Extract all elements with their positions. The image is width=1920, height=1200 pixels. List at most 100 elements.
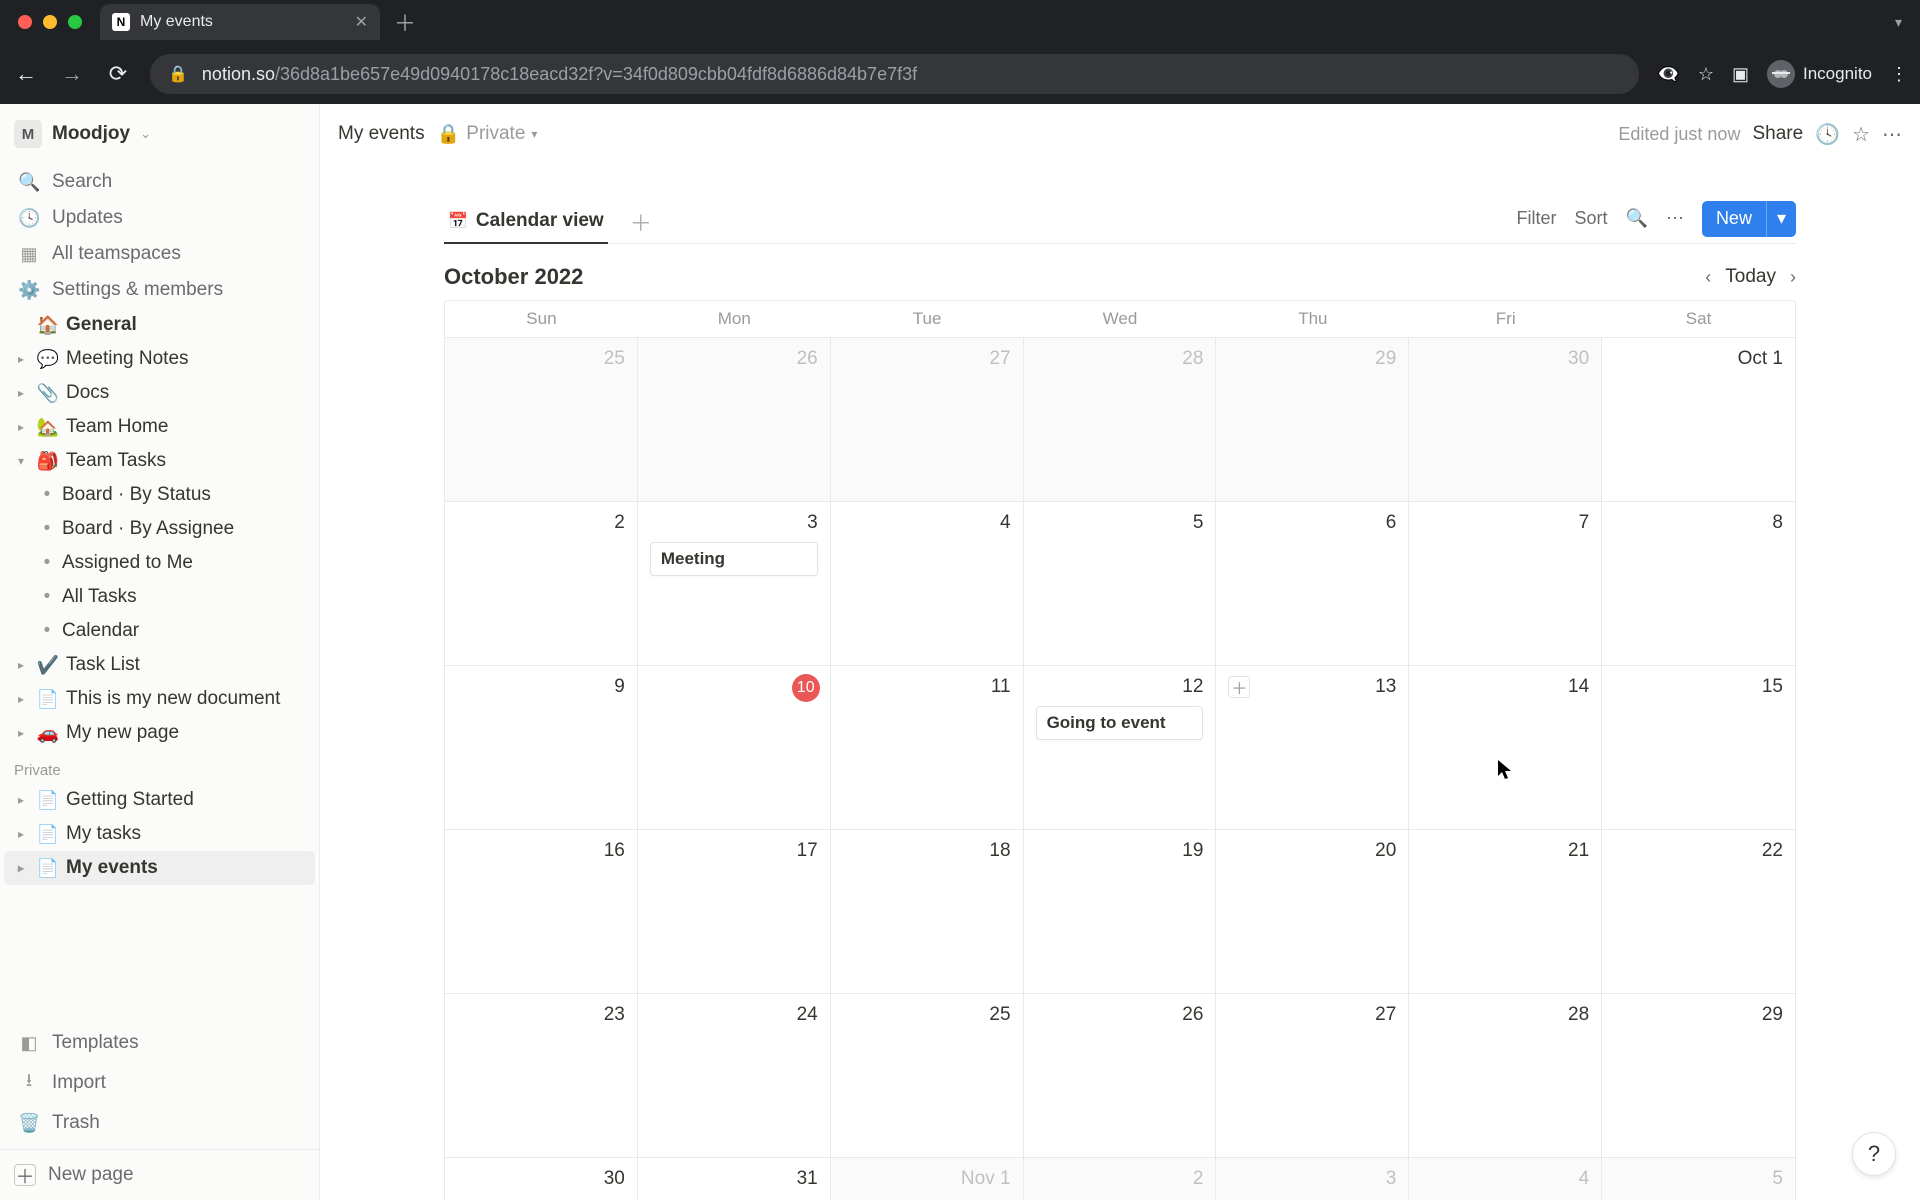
calendar-cell[interactable]: Nov 1 [831,1158,1024,1200]
calendar-cell[interactable]: 31 [638,1158,831,1200]
calendar-cell[interactable]: 28 [1024,338,1217,501]
calendar-cell[interactable]: 23 [445,994,638,1157]
calendar-cell[interactable]: 11 [831,666,1024,829]
browser-tab[interactable]: N My events ✕ [100,4,380,40]
prev-month-button[interactable]: ‹ [1705,267,1711,288]
address-bar[interactable]: 🔒 notion.so/36d8a1be657e49d0940178c18eac… [150,54,1639,94]
sidebar-item-team-home[interactable]: ▸🏡Team Home [4,410,315,444]
calendar-cell[interactable]: 13＋ [1216,666,1409,829]
sidebar-item-my-new-page[interactable]: ▸🚗My new page [4,716,315,750]
chevron-right-icon[interactable]: ▸ [12,386,30,400]
close-window-button[interactable] [18,15,32,29]
calendar-cell[interactable]: 22 [1602,830,1795,993]
more-view-options-icon[interactable]: ⋯ [1666,208,1684,229]
calendar-cell[interactable]: 7 [1409,502,1602,665]
chevron-right-icon[interactable]: ▸ [12,827,30,841]
chevron-down-icon[interactable]: ▾ [12,454,30,468]
calendar-cell[interactable]: 18 [831,830,1024,993]
calendar-cell[interactable]: 3 [1216,1158,1409,1200]
calendar-cell[interactable]: 6 [1216,502,1409,665]
add-event-button[interactable]: ＋ [1228,676,1250,698]
calendar-cell[interactable]: 24 [638,994,831,1157]
sidebar-templates[interactable]: ◧Templates [4,1025,315,1061]
sort-button[interactable]: Sort [1575,208,1608,229]
sidebar-updates[interactable]: 🕓Updates [4,200,315,236]
calendar-cell[interactable]: 5 [1602,1158,1795,1200]
reload-button[interactable]: ⟳ [104,61,132,87]
calendar-cell[interactable]: 12Going to event [1024,666,1217,829]
maximize-window-button[interactable] [68,15,82,29]
today-button[interactable]: Today [1725,266,1776,288]
bookmark-star-icon[interactable]: ☆ [1698,64,1714,85]
calendar-cell[interactable]: 19 [1024,830,1217,993]
calendar-cell[interactable]: 4 [1409,1158,1602,1200]
favorite-star-icon[interactable]: ☆ [1852,122,1870,147]
calendar-cell[interactable]: 25 [831,994,1024,1157]
calendar-cell[interactable]: 28 [1409,994,1602,1157]
new-tab-button[interactable]: ＋ [386,6,424,38]
sidebar-item-team-tasks[interactable]: ▾🎒Team Tasks [4,444,315,478]
chevron-right-icon[interactable]: ▸ [12,726,30,740]
calendar-cell[interactable]: 3Meeting [638,502,831,665]
share-button[interactable]: Share [1752,123,1803,145]
calendar-cell[interactable]: 30 [1409,338,1602,501]
sidebar-item-board-assignee[interactable]: •Board · By Assignee [4,512,315,546]
kebab-menu-icon[interactable]: ⋮ [1890,64,1908,85]
filter-button[interactable]: Filter [1517,208,1557,229]
new-record-dropdown[interactable]: ▾ [1766,201,1796,237]
sidebar-search[interactable]: 🔍Search [4,164,315,200]
sidebar-item-meeting-notes[interactable]: ▸💬Meeting Notes [4,342,315,376]
calendar-cell[interactable]: 30 [445,1158,638,1200]
sidebar-item-my-tasks[interactable]: ▸📄My tasks [4,817,315,851]
sidebar-item-all-tasks[interactable]: •All Tasks [4,580,315,614]
search-icon[interactable]: 🔍 [1626,208,1648,229]
sidebar-item-my-events[interactable]: ▸📄My events [4,851,315,885]
calendar-cell[interactable]: 17 [638,830,831,993]
forward-button[interactable]: → [58,61,86,87]
sidebar-teamspaces[interactable]: ▦All teamspaces [4,236,315,272]
incognito-badge[interactable]: Incognito [1767,60,1872,88]
calendar-cell[interactable]: 5 [1024,502,1217,665]
chevron-right-icon[interactable]: ▸ [12,352,30,366]
calendar-cell[interactable]: 25 [445,338,638,501]
history-icon[interactable]: 🕓 [1815,122,1840,147]
chevron-right-icon[interactable]: ▸ [12,692,30,706]
calendar-cell[interactable]: 27 [1216,994,1409,1157]
calendar-cell[interactable]: 29 [1602,994,1795,1157]
calendar-event[interactable]: Going to event [1036,706,1204,740]
sidebar-settings[interactable]: ⚙️Settings & members [4,272,315,308]
close-tab-button[interactable]: ✕ [355,12,368,32]
sidebar-item-general[interactable]: 🏠General [4,308,315,342]
sidebar-item-task-list[interactable]: ▸✔️Task List [4,648,315,682]
calendar-cell[interactable]: Oct 1 [1602,338,1795,501]
calendar-cell[interactable]: 16 [445,830,638,993]
chevron-right-icon[interactable]: ▸ [12,861,30,875]
view-tab-calendar[interactable]: 📅 Calendar view [444,200,608,244]
calendar-cell[interactable]: 26 [638,338,831,501]
sidebar-item-calendar[interactable]: •Calendar [4,614,315,648]
calendar-cell[interactable]: 29 [1216,338,1409,501]
new-record-button[interactable]: New ▾ [1702,201,1796,237]
sidebar-item-getting-started[interactable]: ▸📄Getting Started [4,783,315,817]
calendar-cell[interactable]: 26 [1024,994,1217,1157]
calendar-cell[interactable]: 2 [445,502,638,665]
calendar-cell[interactable]: 8 [1602,502,1795,665]
back-button[interactable]: ← [12,61,40,87]
sidebar-item-assigned-to-me[interactable]: •Assigned to Me [4,546,315,580]
calendar-cell[interactable]: 27 [831,338,1024,501]
sidebar-item-new-document[interactable]: ▸📄This is my new document [4,682,315,716]
calendar-cell[interactable]: 15 [1602,666,1795,829]
calendar-cell[interactable]: 14 [1409,666,1602,829]
calendar-cell[interactable]: 9 [445,666,638,829]
chevron-right-icon[interactable]: ▸ [12,658,30,672]
chevron-right-icon[interactable]: ▸ [12,793,30,807]
add-view-button[interactable]: ＋ [622,206,660,238]
calendar-event[interactable]: Meeting [650,542,818,576]
help-button[interactable]: ? [1852,1132,1896,1176]
sidebar-import[interactable]: ⭳Import [4,1061,315,1105]
more-menu-icon[interactable]: ⋯ [1882,122,1902,147]
chevron-right-icon[interactable]: ▸ [12,420,30,434]
tab-overflow-button[interactable]: ▾ [1895,14,1914,31]
panel-icon[interactable]: ▣ [1732,64,1749,85]
breadcrumb[interactable]: My events [338,123,425,145]
